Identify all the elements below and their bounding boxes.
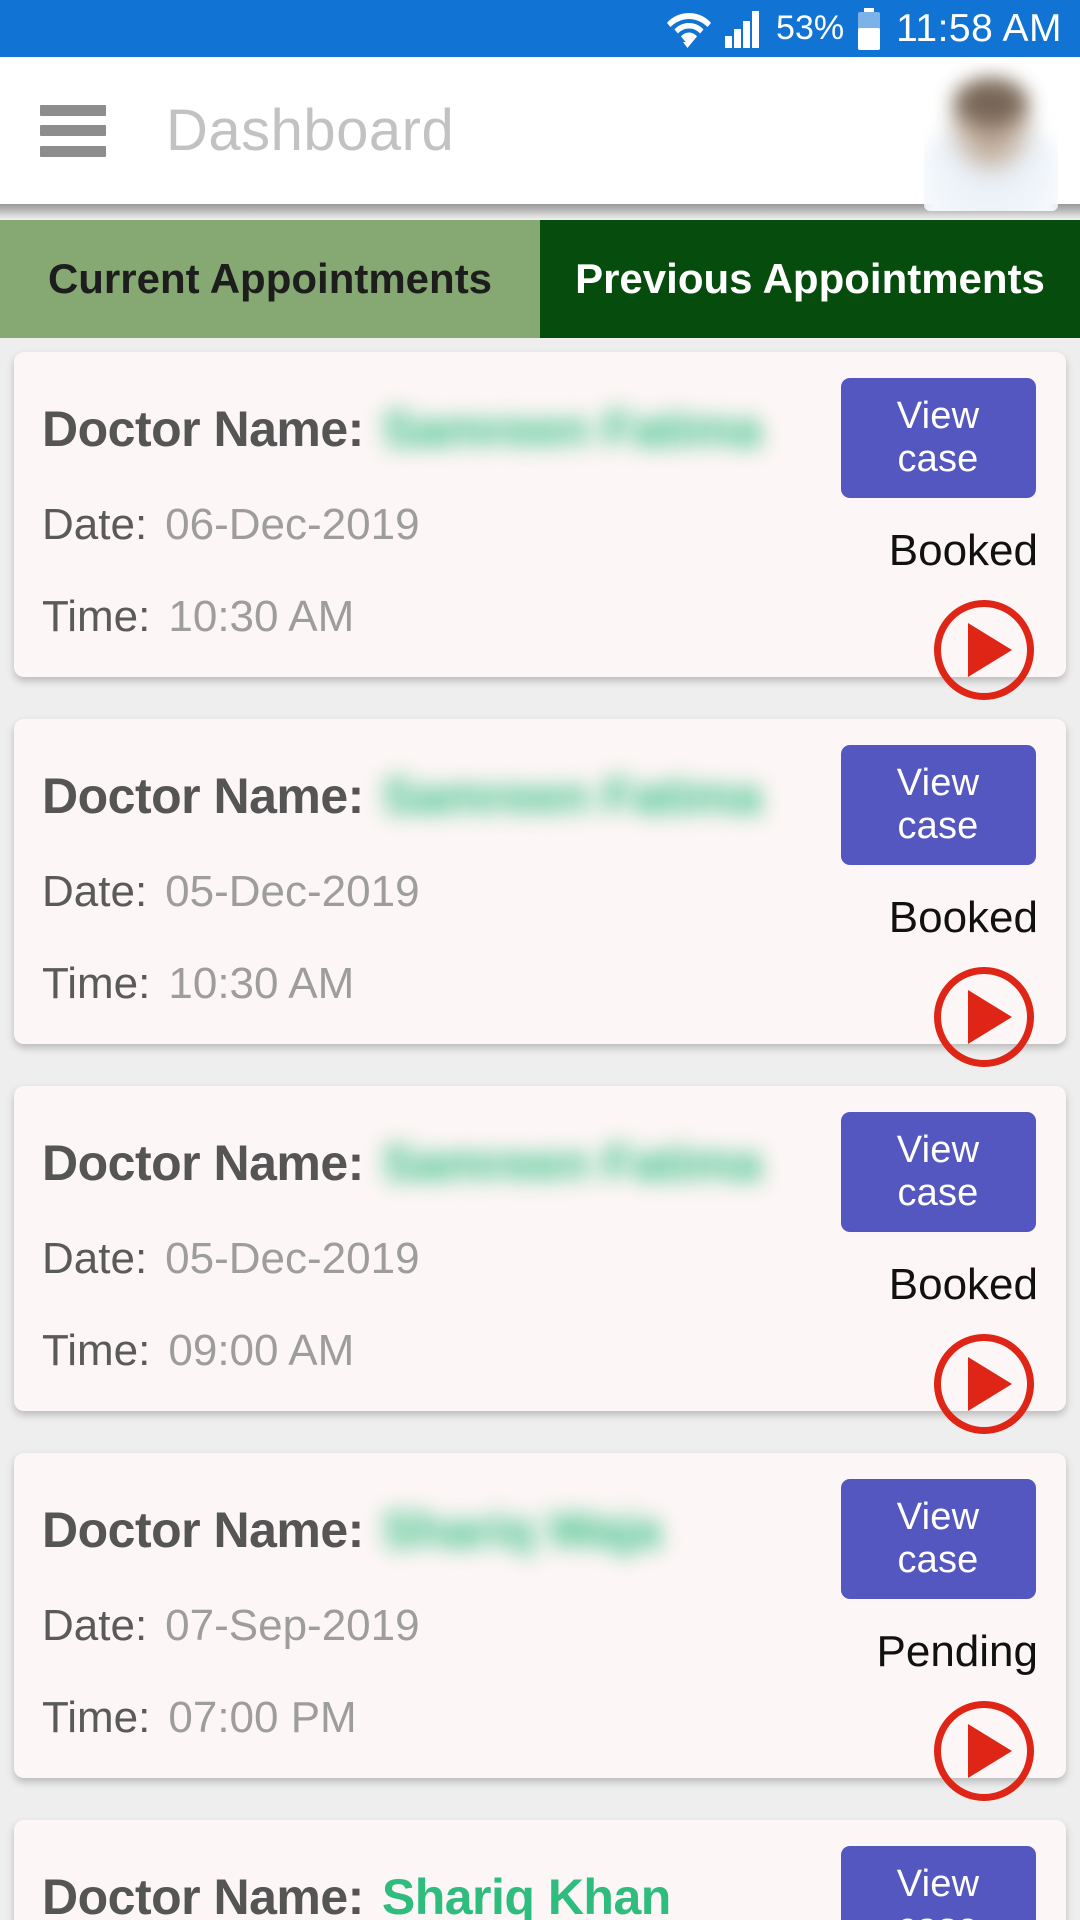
doctor-name-value: Shariq Waja	[381, 1502, 661, 1558]
appointment-card[interactable]: Doctor Name: Samreen Fatima Date: 06-Dec…	[14, 352, 1066, 700]
date-label: Date:	[42, 1234, 148, 1283]
view-case-button[interactable]: View case	[840, 1479, 1036, 1599]
doctor-name-label: Doctor Name:	[42, 1502, 364, 1558]
status-bar-clock: 11:58 AM	[896, 6, 1062, 50]
doctor-name-value: Shariq Khan	[381, 1869, 671, 1920]
appointment-tabs: Current Appointments Previous Appointmen…	[0, 220, 1080, 338]
time-label: Time:	[42, 1326, 151, 1375]
date-label: Date:	[42, 1601, 148, 1650]
time-label: Time:	[42, 592, 151, 641]
date-value: 05-Dec-2019	[165, 867, 420, 916]
card-actions: View case Pending	[838, 1479, 1038, 1801]
appointment-card[interactable]: Doctor Name: Shariq Waja Date: 07-Sep-20…	[14, 1453, 1066, 1801]
app-bar: Dashboard	[0, 57, 1080, 211]
tab-previous-appointments[interactable]: Previous Appointments	[540, 220, 1080, 338]
view-case-button[interactable]: View case	[840, 378, 1036, 498]
view-case-button[interactable]: View case	[840, 1846, 1036, 1920]
doctor-name-value: Samreen Fatima	[381, 768, 762, 824]
date-label: Date:	[42, 500, 148, 549]
card-actions: View case Booked	[838, 1112, 1038, 1434]
card-actions: View case	[838, 1846, 1038, 1920]
date-value: 06-Dec-2019	[165, 500, 420, 549]
cellular-signal-icon	[725, 10, 760, 48]
doctor-name-value: Samreen Fatima	[381, 401, 762, 457]
time-value: 10:30 AM	[168, 959, 355, 1008]
view-case-button[interactable]: View case	[840, 745, 1036, 865]
appointment-card[interactable]: Doctor Name: Samreen Fatima Date: 05-Dec…	[14, 719, 1066, 1067]
time-label: Time:	[42, 1693, 151, 1742]
status-bar-icons: 53%	[666, 7, 882, 50]
doctor-name-label: Doctor Name:	[42, 768, 364, 824]
hamburger-menu-icon[interactable]	[40, 104, 106, 157]
doctor-name-label: Doctor Name:	[42, 1135, 364, 1191]
status-badge: Booked	[888, 1260, 1038, 1309]
doctor-name-label: Doctor Name:	[42, 401, 364, 457]
page-title: Dashboard	[166, 98, 455, 163]
appointments-list: Doctor Name: Samreen Fatima Date: 06-Dec…	[0, 338, 1080, 1920]
appointment-card[interactable]: Doctor Name: Samreen Fatima Date: 05-Dec…	[14, 1086, 1066, 1434]
date-value: 07-Sep-2019	[165, 1601, 420, 1650]
time-label: Time:	[42, 959, 151, 1008]
view-case-button[interactable]: View case	[840, 1112, 1036, 1232]
appointment-card[interactable]: Doctor Name: Shariq Khan View case	[14, 1820, 1066, 1920]
tab-current-appointments[interactable]: Current Appointments	[0, 220, 540, 338]
play-icon[interactable]	[934, 600, 1034, 700]
date-value: 05-Dec-2019	[165, 1234, 420, 1283]
avatar[interactable]	[924, 63, 1058, 211]
card-actions: View case Booked	[838, 378, 1038, 700]
battery-icon	[858, 7, 881, 50]
wifi-icon	[667, 12, 712, 48]
time-value: 09:00 AM	[168, 1326, 355, 1375]
card-actions: View case Booked	[838, 745, 1038, 1067]
play-icon[interactable]	[934, 1334, 1034, 1434]
time-value: 10:30 AM	[168, 592, 355, 641]
battery-percent: 53%	[776, 9, 845, 47]
play-icon[interactable]	[934, 1701, 1034, 1801]
status-badge: Booked	[888, 893, 1038, 942]
doctor-name-value: Samreen Fatima	[381, 1135, 762, 1191]
app-bar-divider	[0, 204, 1080, 220]
time-value: 07:00 PM	[168, 1693, 357, 1742]
status-bar: 53% 11:58 AM	[0, 0, 1080, 57]
date-label: Date:	[42, 867, 148, 916]
status-badge: Booked	[888, 526, 1038, 575]
status-badge: Pending	[876, 1627, 1038, 1676]
play-icon[interactable]	[934, 967, 1034, 1067]
doctor-name-label: Doctor Name:	[42, 1869, 364, 1920]
